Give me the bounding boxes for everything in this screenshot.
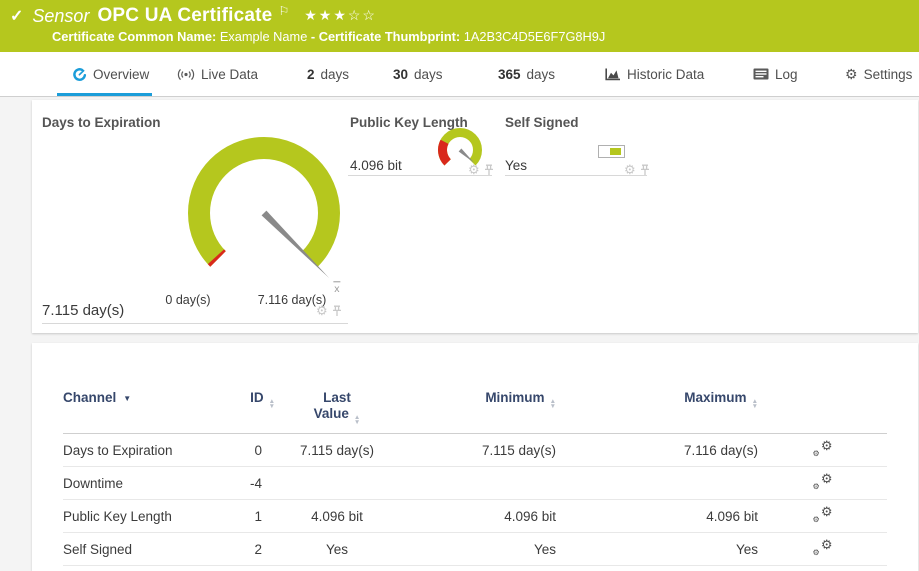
tab-label: Live Data <box>201 67 258 82</box>
column-header-last-value[interactable]: Last Value▲▼ <box>275 375 399 434</box>
tab-label: days <box>321 67 350 82</box>
cell-id: 2 <box>233 533 275 566</box>
pin-icon[interactable] <box>640 164 650 176</box>
gauge-title-self-signed: Self Signed <box>505 115 579 130</box>
subtitle-value-common-name: Example Name <box>220 29 307 44</box>
chart-icon <box>605 68 621 81</box>
cell-last-value: 4.096 bit <box>275 500 399 533</box>
gauge-title-days-to-expiration: Days to Expiration <box>42 115 161 130</box>
self-signed-value: Yes <box>505 158 527 173</box>
channel-settings-icon[interactable]: ⚙⚙ <box>813 539 833 556</box>
public-key-length-value: 4.096 bit <box>350 158 402 173</box>
column-header-settings <box>758 375 887 434</box>
gear-icon: ⚙ <box>845 67 858 81</box>
broadcast-icon <box>177 68 195 81</box>
cell-id: -4 <box>233 467 275 500</box>
sort-caret-icon: ▼ <box>123 394 131 403</box>
self-signed-state <box>610 148 621 155</box>
tab-number: 2 <box>307 67 315 82</box>
subtitle-label-thumbprint: Certificate Thumbprint: <box>319 29 460 44</box>
subtitle-value-thumbprint: 1A2B3C4D5E6F7G8H9J <box>464 29 606 44</box>
cell-id: 1 <box>233 500 275 533</box>
tab-label: Settings <box>864 67 913 82</box>
gauge-min-label: 0 day(s) <box>143 293 233 307</box>
flag-icon[interactable]: ⚐ <box>278 4 289 18</box>
cell-channel[interactable]: Public Key Length <box>63 500 233 533</box>
tab-bar: Overview Live Data 2 days 30 days 365 days Histo… <box>0 52 919 97</box>
sensor-subtitle: Certificate Common Name: Example Name - … <box>52 29 605 44</box>
tab-2-days[interactable]: 2 days <box>307 52 349 96</box>
pin-icon[interactable] <box>484 164 494 176</box>
cell-maximum: 7.116 day(s) <box>556 434 758 467</box>
tab-365-days[interactable]: 365 days <box>498 52 555 96</box>
tab-label: Overview <box>93 67 149 82</box>
sort-arrows-icon: ▲▼ <box>269 400 275 409</box>
sort-arrows-icon: ▲▼ <box>354 416 360 425</box>
sort-arrows-icon: ▲▼ <box>752 400 758 409</box>
sensor-word: Sensor <box>32 6 89 27</box>
table-row[interactable]: Public Key Length14.096 bit4.096 bit4.09… <box>63 500 887 533</box>
gauges-panel: Days to Expiration x 0 day(s) 7.116 day(… <box>32 100 918 333</box>
cell-minimum <box>399 467 556 500</box>
tab-label: Historic Data <box>627 67 704 82</box>
cell-id: 0 <box>233 434 275 467</box>
sort-arrows-icon: ▲▼ <box>550 400 556 409</box>
cell-last-value <box>275 467 399 500</box>
cell-minimum: 7.115 day(s) <box>399 434 556 467</box>
cell-channel[interactable]: Downtime <box>63 467 233 500</box>
cell-minimum: 4.096 bit <box>399 500 556 533</box>
cell-last-value: 7.115 day(s) <box>275 434 399 467</box>
cell-maximum: 4.096 bit <box>556 500 758 533</box>
gear-icon[interactable]: ⚙ <box>316 304 328 317</box>
page-title: OPC UA Certificate <box>97 5 272 27</box>
tab-label: Log <box>775 67 798 82</box>
check-icon: ✓ <box>10 6 23 26</box>
cell-minimum: Yes <box>399 533 556 566</box>
table-row[interactable]: Downtime-4 ⚙⚙ <box>63 467 887 500</box>
column-header-minimum[interactable]: Minimum▲▼ <box>399 375 556 434</box>
column-header-channel[interactable]: Channel▼ <box>63 375 233 434</box>
tab-live-data[interactable]: Live Data <box>177 52 258 96</box>
log-icon <box>753 68 769 80</box>
cell-last-value: Yes <box>275 533 399 566</box>
channels-table: Channel▼ ID▲▼ Last Value▲▼ Minimum▲▼ Max… <box>63 375 887 566</box>
pin-icon[interactable] <box>332 305 342 317</box>
tab-log[interactable]: Log <box>753 52 798 96</box>
days-to-expiration-gauge: x <box>172 128 356 296</box>
table-row[interactable]: Days to Expiration07.115 day(s)7.115 day… <box>63 434 887 467</box>
cell-maximum: Yes <box>556 533 758 566</box>
tab-number: 30 <box>393 67 408 82</box>
cell-channel[interactable]: Self Signed <box>63 533 233 566</box>
tab-label: days <box>527 67 556 82</box>
channel-settings-icon[interactable]: ⚙⚙ <box>813 440 833 457</box>
tab-historic-data[interactable]: Historic Data <box>605 52 704 96</box>
subtitle-label-common-name: Certificate Common Name: <box>52 29 216 44</box>
channel-settings-icon[interactable]: ⚙⚙ <box>813 473 833 490</box>
table-row[interactable]: Self Signed2YesYesYes⚙⚙ <box>63 533 887 566</box>
cell-channel[interactable]: Days to Expiration <box>63 434 233 467</box>
tab-30-days[interactable]: 30 days <box>393 52 443 96</box>
channels-panel: Channel▼ ID▲▼ Last Value▲▼ Minimum▲▼ Max… <box>32 343 918 571</box>
cell-maximum <box>556 467 758 500</box>
channel-settings-icon[interactable]: ⚙⚙ <box>813 506 833 523</box>
tab-label: days <box>414 67 443 82</box>
days-to-expiration-value: 7.115 day(s) <box>42 302 124 319</box>
tab-overview[interactable]: Overview <box>72 52 149 96</box>
sensor-header: ✓ Sensor OPC UA Certificate ⚐ ★★★☆☆ Cert… <box>0 0 919 52</box>
priority-stars[interactable]: ★★★☆☆ <box>304 7 377 24</box>
column-header-maximum[interactable]: Maximum▲▼ <box>556 375 758 434</box>
tab-number: 365 <box>498 67 521 82</box>
gauge-actions: ⚙ <box>316 304 342 317</box>
subtitle-separator: - <box>311 29 315 44</box>
gauge-icon <box>72 67 87 82</box>
self-signed-indicator <box>598 145 625 158</box>
column-header-id[interactable]: ID▲▼ <box>233 375 275 434</box>
tab-settings[interactable]: ⚙ Settings <box>845 52 912 96</box>
